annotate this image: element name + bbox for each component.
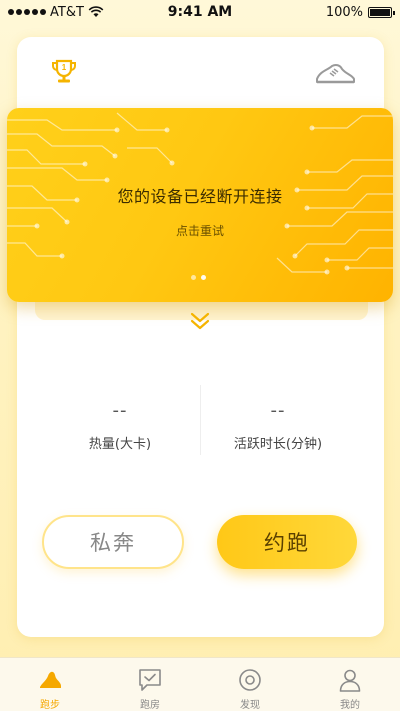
trophy-badge: 1 [62, 63, 67, 72]
discover-icon [239, 669, 261, 691]
running-shoe-icon[interactable] [314, 61, 356, 87]
tab-run-label: 跑步 [40, 700, 60, 711]
tab-bar: 跑步 跑房 发现 我的 [0, 657, 400, 711]
carousel-pager [191, 275, 206, 280]
pager-dot-active[interactable] [201, 275, 206, 280]
pager-dot[interactable] [191, 275, 196, 280]
double-chevron-down-icon[interactable] [189, 310, 211, 332]
status-left: AT&T [8, 5, 104, 20]
banner-title: 您的设备已经断开连接 [117, 187, 283, 206]
active-time-value: -- [270, 400, 286, 421]
calories-stat: -- 热量(大卡) [30, 400, 210, 452]
signal-icon [8, 9, 46, 15]
battery-icon [368, 6, 395, 18]
status-right: 100% [325, 4, 395, 20]
profile-icon [339, 669, 361, 692]
tab-profile-label: 我的 [340, 700, 360, 711]
retry-link[interactable]: 点击重试 [7, 222, 393, 239]
trophy-icon[interactable]: 1 [49, 57, 79, 87]
meet-run-button[interactable]: 约跑 [217, 515, 357, 569]
tab-discover[interactable]: 发现 [200, 658, 300, 711]
status-bar: AT&T 9:41 AM 100% [0, 0, 400, 24]
active-time-label: 活跃时长(分钟) [233, 437, 323, 452]
tab-room-label: 跑房 [140, 700, 160, 711]
shoe-tab-icon [40, 671, 61, 688]
disconnected-banner[interactable]: 您的设备已经断开连接 点击重试 [7, 108, 393, 302]
tab-profile[interactable]: 我的 [300, 658, 400, 711]
tab-room[interactable]: 跑房 [100, 658, 200, 711]
calories-label: 热量(大卡) [88, 437, 152, 452]
battery-percent: 100% [325, 4, 363, 20]
tab-discover-label: 发现 [240, 700, 260, 711]
wifi-icon [88, 6, 104, 17]
chat-check-icon [139, 669, 161, 691]
solo-run-button[interactable]: 私奔 [42, 515, 184, 569]
tab-run[interactable]: 跑步 [0, 658, 100, 711]
active-time-stat: -- 活跃时长(分钟) [188, 400, 368, 452]
carrier-label: AT&T [50, 4, 84, 20]
calories-value: -- [112, 400, 128, 421]
